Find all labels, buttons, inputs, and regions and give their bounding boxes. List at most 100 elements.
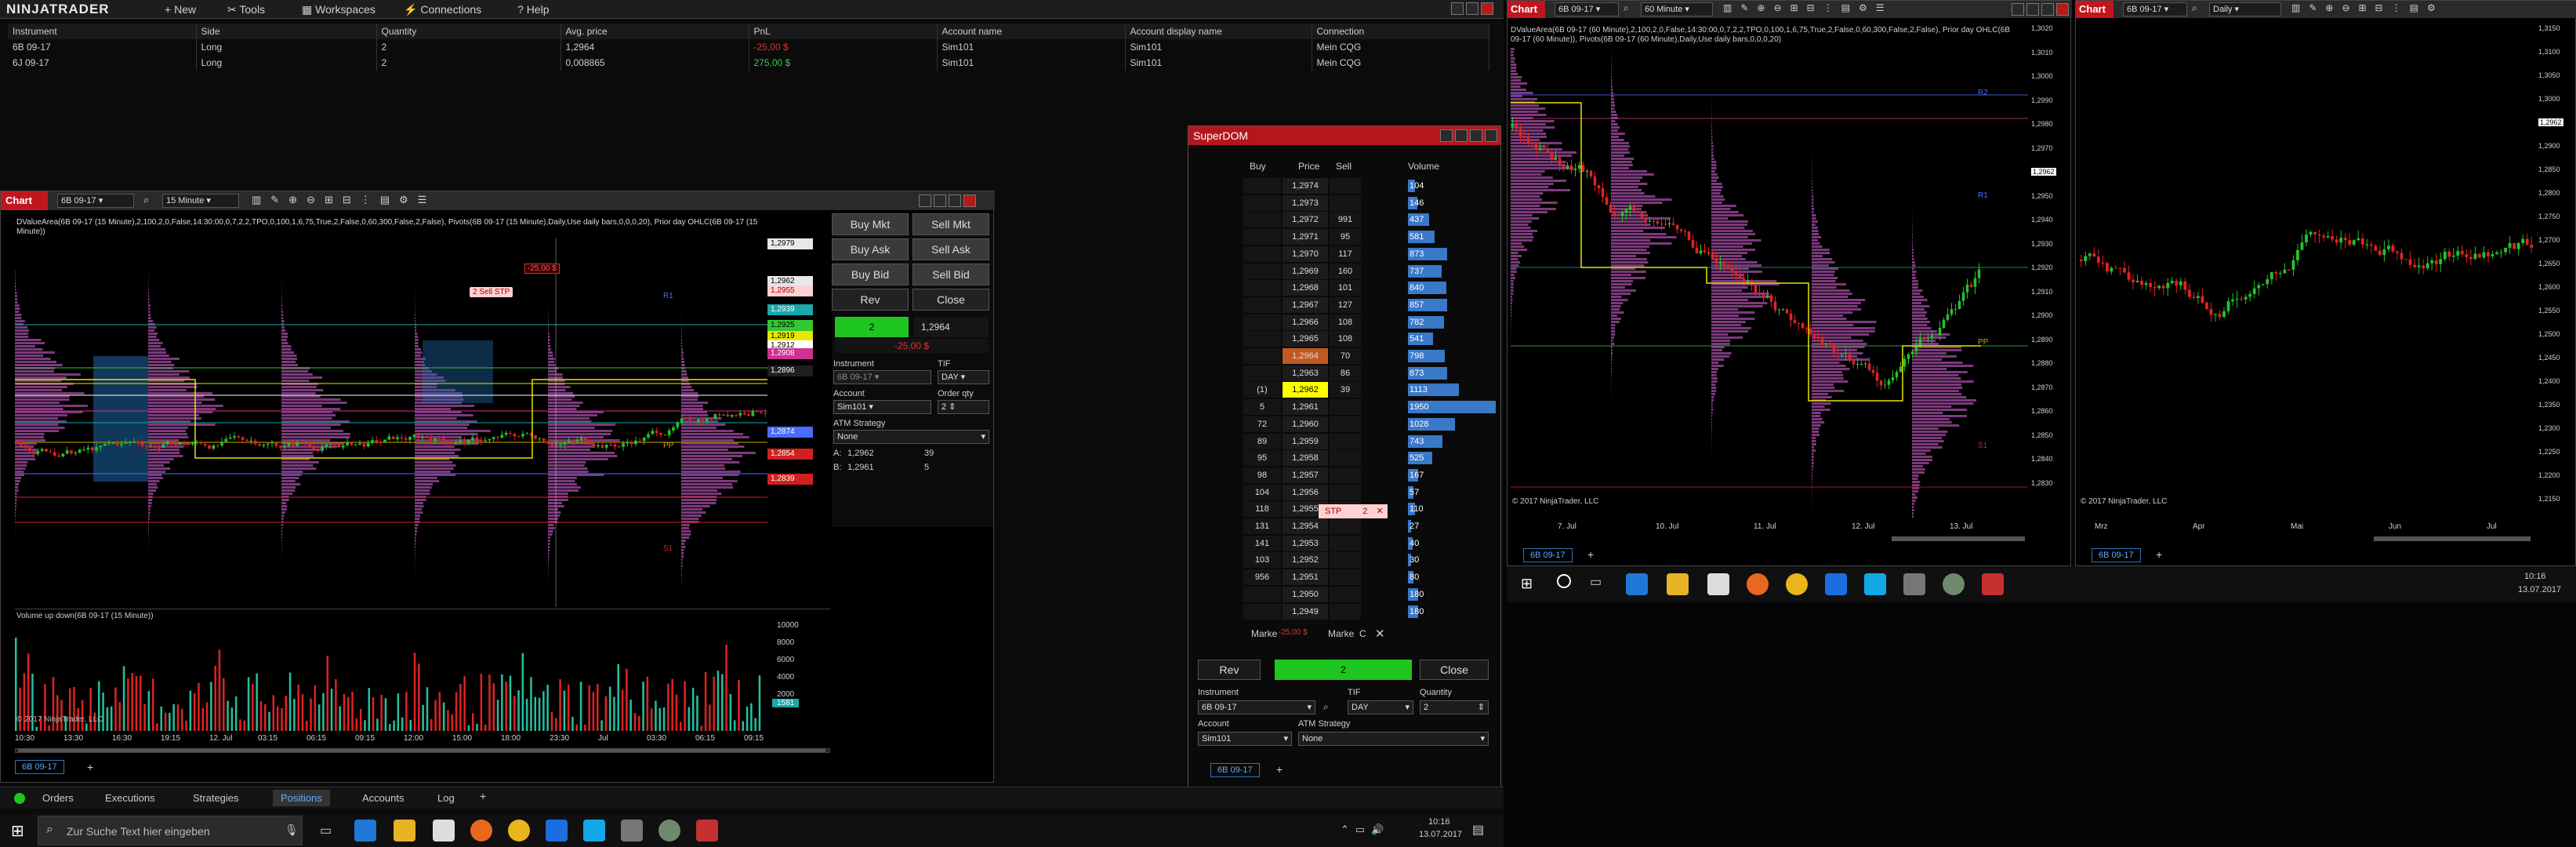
- dom-buy-cell[interactable]: [1243, 194, 1281, 211]
- bottom-tab-strategies[interactable]: Strategies: [185, 790, 247, 806]
- dom-row[interactable]: 1,2950 180: [1243, 586, 1494, 604]
- dom-sell-cell[interactable]: 95: [1330, 229, 1361, 245]
- taskbar-search[interactable]: ⌕ Zur Suche Text hier eingeben 🎙: [38, 816, 303, 845]
- firefox-icon[interactable]: [470, 820, 492, 842]
- chart3-interval-select[interactable]: Daily ▾: [2209, 2, 2281, 16]
- dom-row[interactable]: 104 1,2956 57: [1243, 484, 1494, 502]
- minimize-icon[interactable]: [919, 194, 931, 207]
- dom-row[interactable]: 141 1,2953 40: [1243, 535, 1494, 553]
- dom-price-cell[interactable]: 1,2962: [1283, 382, 1328, 398]
- chart1-order-tag[interactable]: 2 Sell STP: [470, 287, 513, 297]
- minimize-icon[interactable]: [1451, 2, 1464, 15]
- dom-sell-cell[interactable]: 991: [1330, 212, 1361, 228]
- dom-buy-cell[interactable]: [1243, 365, 1281, 381]
- chart3-tab[interactable]: Chart: [2076, 1, 2113, 18]
- explorer-icon[interactable]: [394, 820, 415, 842]
- teamviewer-icon[interactable]: [546, 820, 568, 842]
- dom-price-cell[interactable]: 1,2951: [1283, 569, 1328, 586]
- ct-account-select[interactable]: Sim101 ▾: [833, 400, 931, 414]
- chart-toolbar-icons[interactable]: ▥✎⊕⊖⊞⊟⋮▤⚙☰: [252, 194, 436, 206]
- dom-price-cell[interactable]: 1,2970: [1283, 245, 1328, 262]
- dom-instrument-select[interactable]: 6B 09-17 ▾: [1198, 700, 1315, 714]
- dom-sell-cell[interactable]: [1330, 518, 1361, 534]
- dom-sell-cell[interactable]: 39: [1330, 382, 1361, 398]
- add-tab-icon[interactable]: +: [2156, 548, 2162, 561]
- cortana-icon[interactable]: [1557, 574, 1571, 588]
- chart2-tab[interactable]: Chart: [1508, 1, 1545, 18]
- dom-buy-cell[interactable]: 141: [1243, 535, 1281, 551]
- dom-sell-cell[interactable]: [1330, 467, 1361, 483]
- sell-mkt-button[interactable]: Sell Mkt: [912, 213, 989, 235]
- minimize-icon[interactable]: [1440, 129, 1453, 142]
- chart1-scrollbar[interactable]: [15, 748, 830, 753]
- menu-tools[interactable]: ✂ Tools: [227, 3, 265, 16]
- maximize-icon[interactable]: [934, 194, 946, 207]
- dom-qty-stepper[interactable]: 2 ⇕: [1420, 700, 1489, 714]
- chart1-tab[interactable]: Chart: [1, 191, 48, 210]
- dom-sell-cell[interactable]: [1330, 433, 1361, 449]
- rev-button[interactable]: Rev: [832, 289, 909, 311]
- dom-buy-cell[interactable]: 5: [1243, 399, 1281, 416]
- chart1-price-panel[interactable]: [15, 238, 830, 607]
- restore-icon[interactable]: [949, 194, 961, 207]
- bottom-tab-accounts[interactable]: Accounts: [354, 790, 412, 806]
- microphone-icon[interactable]: 🎙: [285, 823, 299, 837]
- close-icon[interactable]: [1481, 2, 1493, 15]
- chart3-scrollbar[interactable]: [2374, 536, 2531, 541]
- dom-sell-cell[interactable]: [1330, 484, 1361, 500]
- add-tab-icon[interactable]: +: [1276, 763, 1283, 776]
- dom-price-cell[interactable]: 1,2960: [1283, 416, 1328, 432]
- dom-bottom-tab[interactable]: 6B 09-17: [1210, 763, 1260, 777]
- dom-price-cell[interactable]: 1,2950: [1283, 586, 1328, 602]
- skype-icon[interactable]: [583, 820, 605, 842]
- chrome-icon[interactable]: [508, 820, 530, 842]
- sell-ask-button[interactable]: Sell Ask: [912, 238, 989, 260]
- dom-account-select[interactable]: Sim101 ▾: [1198, 732, 1292, 746]
- windows-start-icon[interactable]: ⊞: [1521, 576, 1533, 592]
- dom-c[interactable]: C: [1359, 628, 1366, 639]
- dom-price-cell[interactable]: 1,2969: [1283, 263, 1328, 279]
- bottom-tab-orders[interactable]: Orders: [34, 790, 82, 806]
- skype-icon[interactable]: [1864, 573, 1886, 595]
- ct-tif-select[interactable]: DAY ▾: [938, 370, 989, 384]
- dom-price-cell[interactable]: 1,2958: [1283, 450, 1328, 467]
- restore-icon[interactable]: [2041, 3, 2054, 16]
- dom-sell-cell[interactable]: [1330, 416, 1361, 432]
- dom-row[interactable]: 5 1,2961 1950: [1243, 399, 1496, 416]
- dom-sell-cell[interactable]: [1330, 535, 1361, 551]
- add-tab-icon[interactable]: +: [87, 761, 93, 773]
- dom-buy-cell[interactable]: [1243, 178, 1281, 194]
- col-side[interactable]: Side: [196, 24, 377, 39]
- dom-buy-cell[interactable]: [1243, 331, 1281, 347]
- add-tab-icon[interactable]: +: [480, 790, 486, 802]
- dom-sell-cell[interactable]: [1330, 450, 1361, 467]
- app-icon[interactable]: [659, 820, 680, 842]
- dom-price-cell[interactable]: 1,2964: [1283, 348, 1328, 364]
- col-account[interactable]: Account name: [937, 24, 1126, 39]
- dom-row[interactable]: 89 1,2959 743: [1243, 433, 1494, 451]
- ct-qty-stepper[interactable]: 2 ⇕: [938, 400, 989, 414]
- app-icon[interactable]: [1943, 573, 1965, 595]
- dom-row[interactable]: 956 1,2951 80: [1243, 569, 1494, 587]
- col-connection[interactable]: Connection: [1312, 24, 1489, 39]
- dom-tif-select[interactable]: DAY ▾: [1348, 700, 1413, 714]
- dom-price-cell[interactable]: 1,2954: [1283, 518, 1328, 534]
- col-quantity[interactable]: Quantity: [376, 24, 561, 39]
- dom-buy-cell[interactable]: [1243, 586, 1281, 602]
- close-icon[interactable]: [963, 194, 976, 207]
- dom-sell-cell[interactable]: [1330, 552, 1361, 569]
- firefox-icon[interactable]: [1747, 573, 1769, 595]
- dom-buy-cell[interactable]: 72: [1243, 416, 1281, 432]
- dom-row[interactable]: 1,2965 108 541: [1243, 331, 1494, 348]
- restore-icon[interactable]: [1470, 129, 1482, 142]
- taskview-icon[interactable]: ▭: [1590, 574, 1602, 590]
- chart2-interval-select[interactable]: 60 Minute ▾: [1641, 2, 1713, 16]
- chart2-instrument-select[interactable]: 6B 09-17 ▾: [1555, 2, 1619, 16]
- add-tab-icon[interactable]: +: [1587, 548, 1594, 561]
- dom-row[interactable]: 72 1,2960 1028: [1243, 416, 1494, 434]
- search-icon[interactable]: ⌕: [1624, 2, 1629, 14]
- edge-icon[interactable]: [354, 820, 376, 842]
- chart2-price-panel[interactable]: [1511, 48, 2028, 518]
- col-instrument[interactable]: Instrument: [8, 24, 197, 39]
- dom-row[interactable]: 1,2974 104: [1243, 178, 1494, 195]
